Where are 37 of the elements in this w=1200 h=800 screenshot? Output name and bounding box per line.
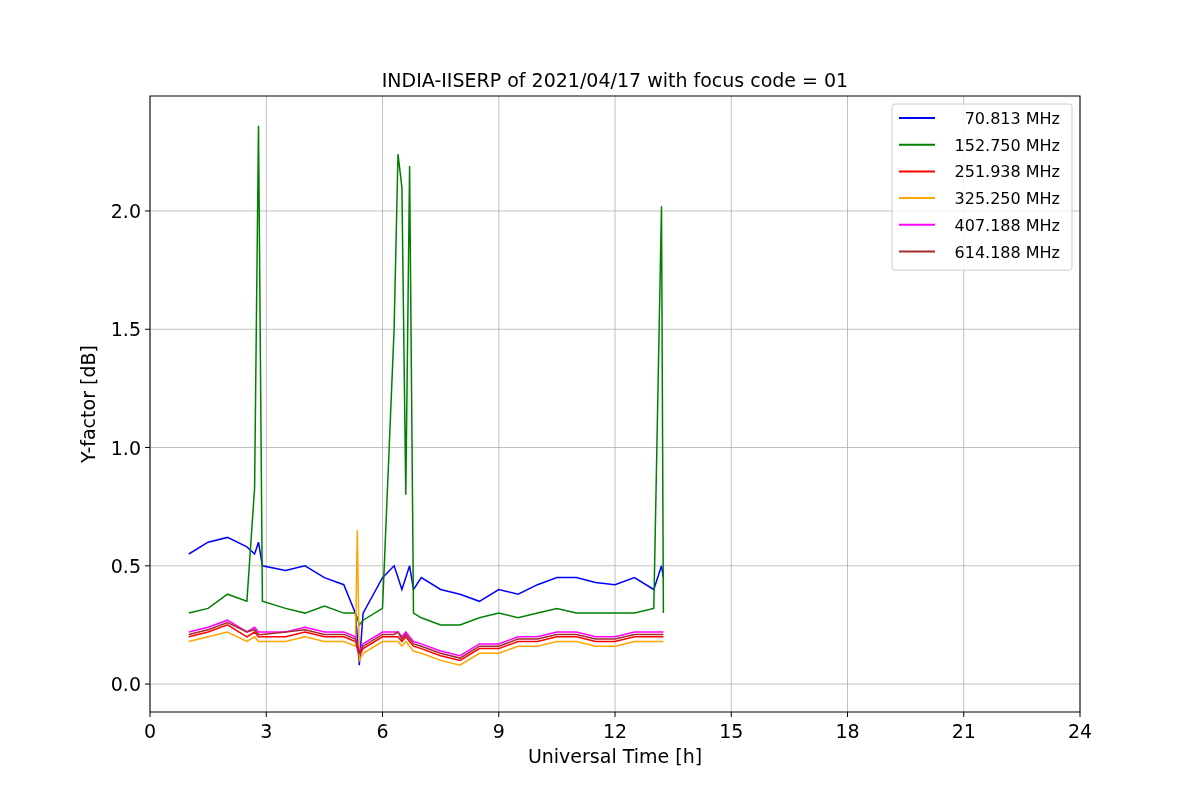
x-tick-label: 12 [602,720,628,742]
tick-mark [847,711,848,718]
y-tick-label: 2.0 [110,199,141,222]
chart-title: INDIA-IISERP of 2021/04/17 with focus code = 01 [381,69,849,91]
x-tick-label: 21 [951,720,976,742]
x-tick-label: 9 [492,720,505,742]
x-tick-label: 15 [719,720,744,742]
tick-mark [144,683,151,685]
legend-label: 251.938 MHz [954,162,1060,182]
y-tick-label: 1.5 [110,318,141,341]
legend-label: 152.750 MHz [954,135,1060,155]
tick-mark [149,711,151,718]
legend-label: 614.188 MHz [954,242,1060,262]
y-tick-label: 1.0 [110,436,141,459]
tick-mark [265,711,267,718]
tick-mark [1079,711,1081,718]
tick-mark [382,711,383,718]
tick-mark [144,447,151,449]
x-tick-label: 6 [376,720,389,742]
x-tick-label: 3 [260,720,273,742]
y-tick-label: 0.0 [110,673,141,696]
tick-mark [730,711,732,718]
tick-mark [144,565,151,567]
tick-mark [144,328,151,330]
legend-label: 407.188 MHz [954,215,1060,235]
x-axis-label: Universal Time [h] [527,745,703,767]
y-axis-label: Y-factor [dB] [77,345,99,463]
legend-label: 325.250 MHz [954,189,1060,209]
x-tick-label: 18 [835,720,860,742]
x-tick-label: 24 [1067,720,1093,742]
x-tick-label: 0 [143,720,157,742]
tick-mark [963,711,965,718]
y-tick-label: 0.5 [110,554,141,577]
tick-mark [144,210,151,212]
legend-label: 70.813 MHz [964,109,1060,128]
tick-mark [614,711,616,718]
tick-mark [498,711,500,718]
